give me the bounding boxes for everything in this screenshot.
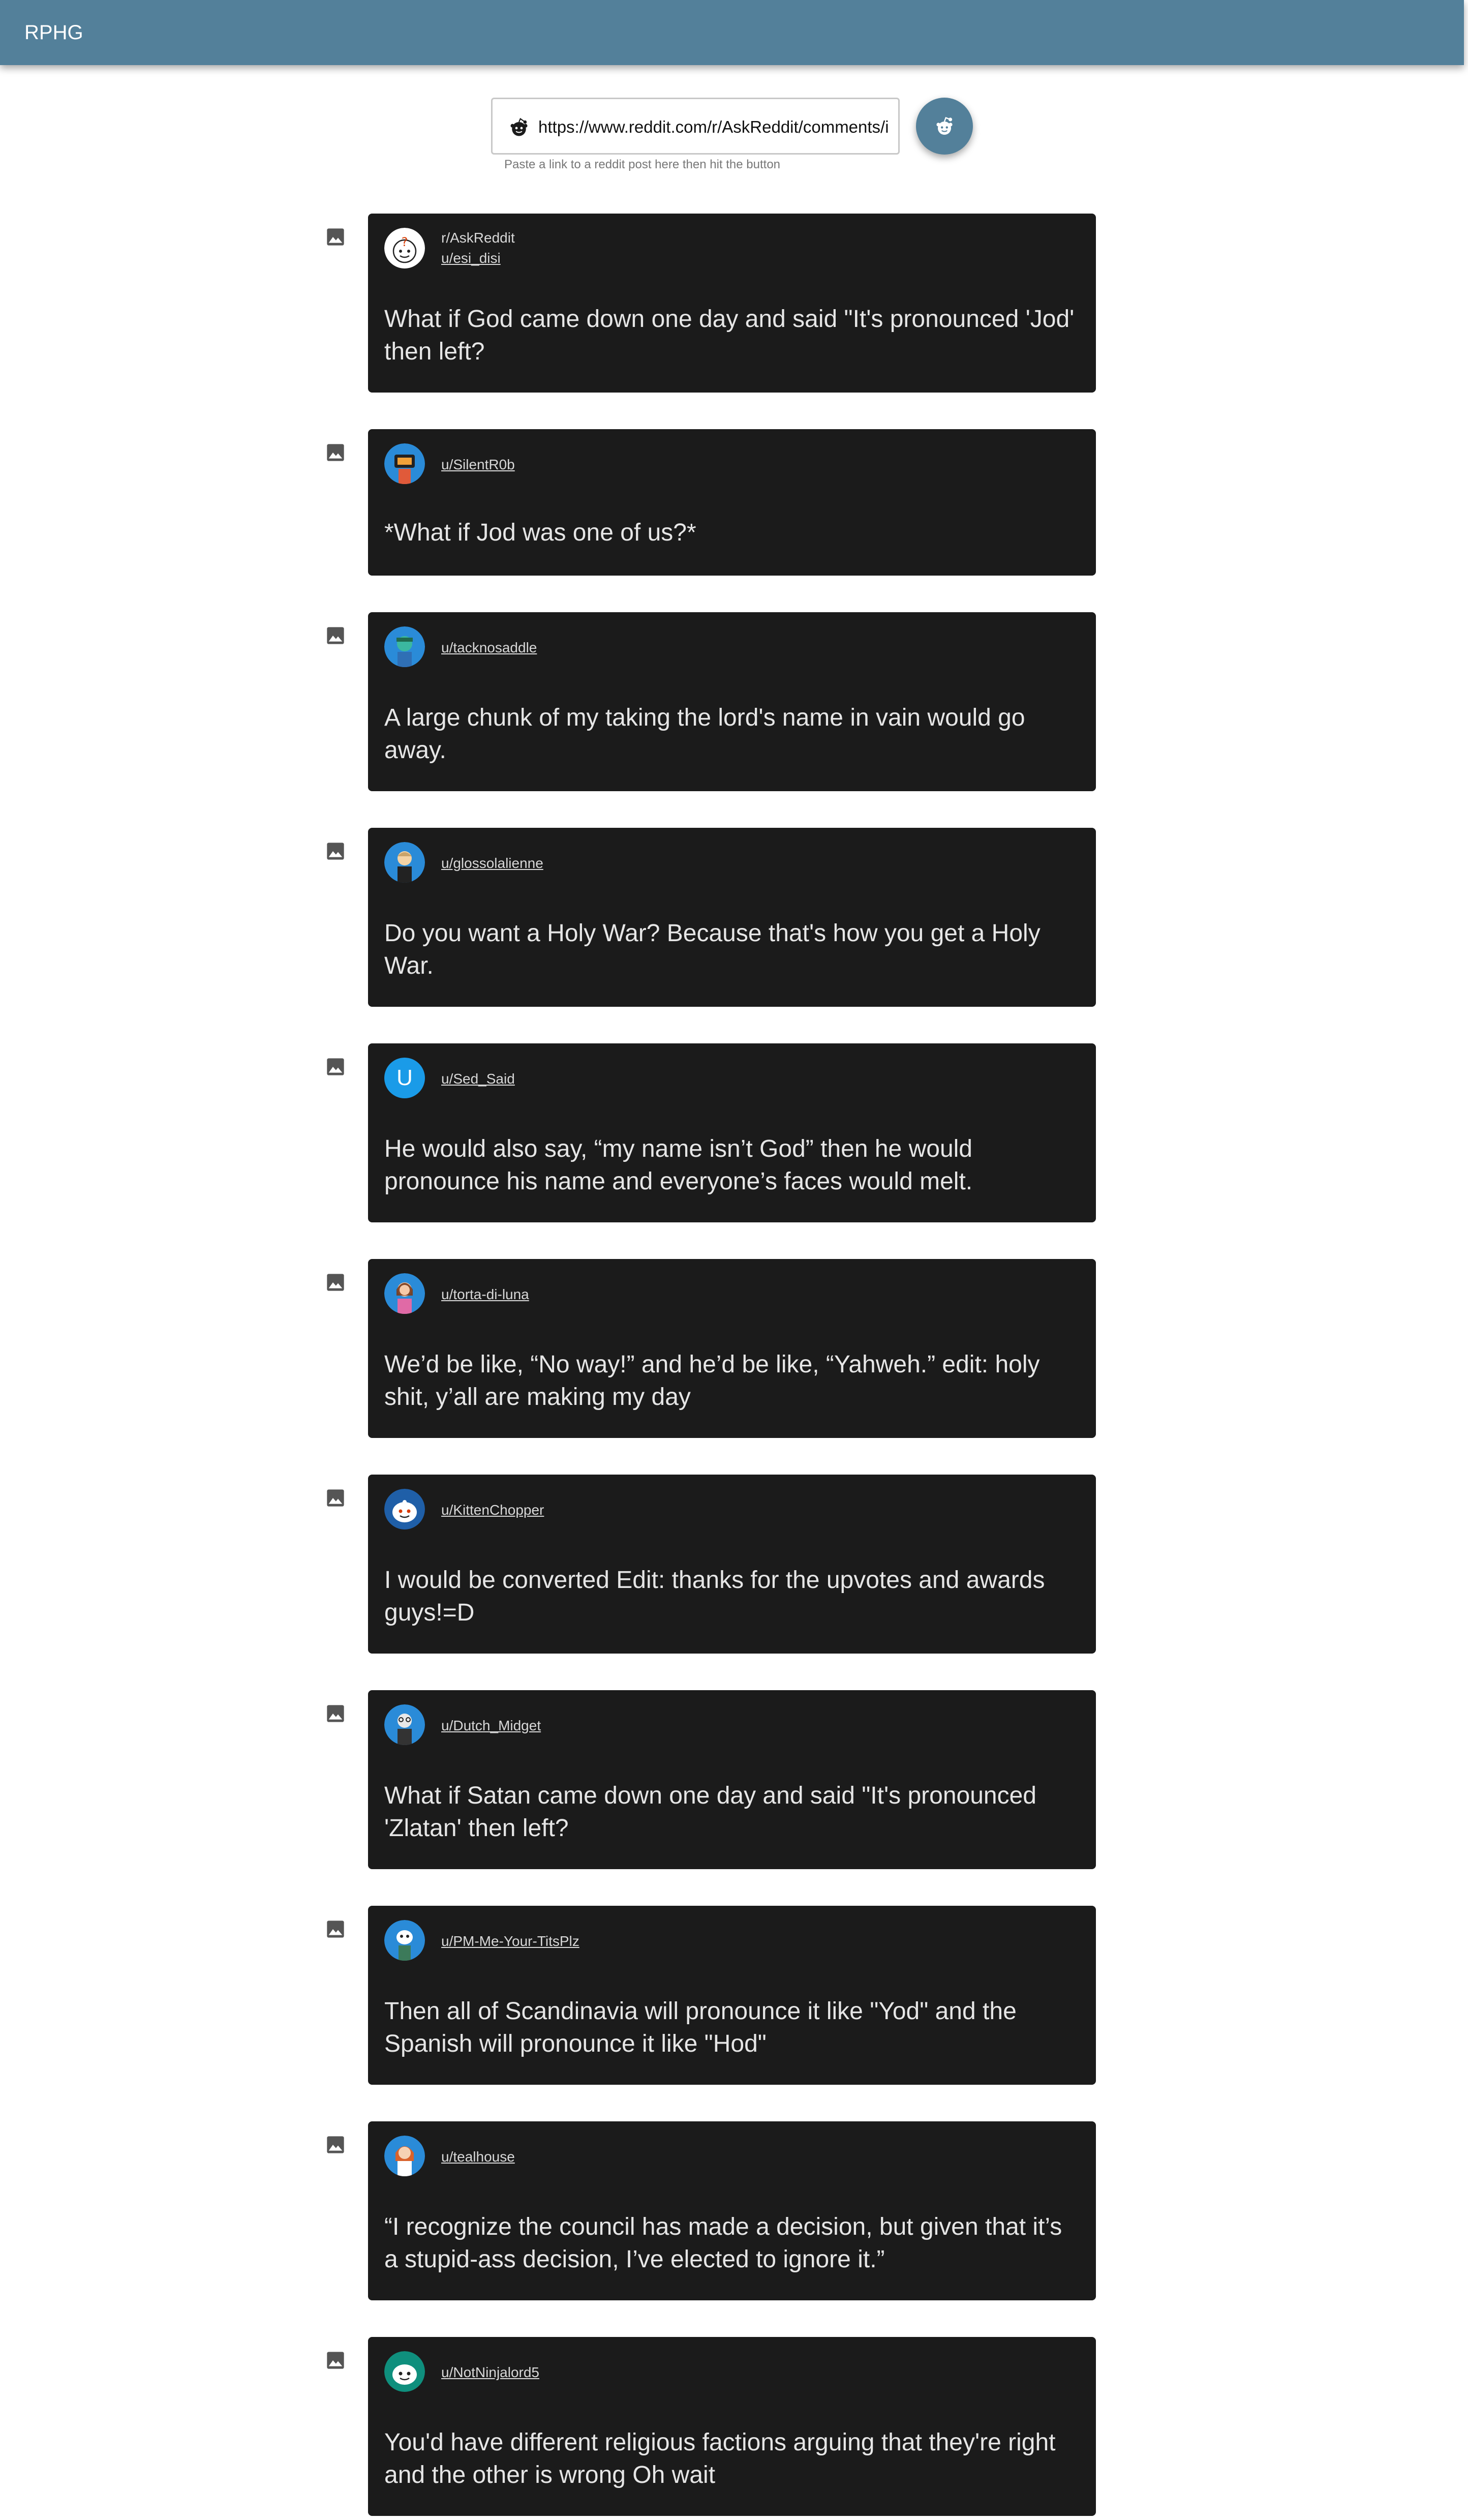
image-icon[interactable] xyxy=(325,1703,346,1724)
comment-author-link[interactable]: u/torta-di-luna xyxy=(441,1286,529,1303)
user-avatar xyxy=(384,1489,425,1529)
comment-author-link[interactable]: u/Dutch_Midget xyxy=(441,1718,541,1734)
user-avatar xyxy=(384,842,425,883)
user-avatar xyxy=(384,1920,425,1961)
comment-text: I would be converted Edit: thanks for th… xyxy=(384,1567,1045,1626)
post-title: What if God came down one day and said "… xyxy=(384,306,1075,365)
reddit-icon xyxy=(510,117,528,136)
reddit-alien-icon xyxy=(936,117,953,135)
comment-text: You'd have different religious factions … xyxy=(384,2429,1056,2488)
comment-card: u/Dutch_Midget What if Satan came down o… xyxy=(368,1690,1096,1869)
comment-card: U u/Sed_Said He would also say, “my name… xyxy=(368,1043,1096,1222)
comment-author-link[interactable]: u/glossolalienne xyxy=(441,855,543,872)
comment-card: u/torta-di-luna We’d be like, “No way!” … xyxy=(368,1259,1096,1438)
image-icon[interactable] xyxy=(325,625,346,646)
comment-author-link[interactable]: u/tacknosaddle xyxy=(441,640,537,656)
comment-author-link[interactable]: u/KittenChopper xyxy=(441,1502,544,1518)
comment-card: u/tacknosaddle A large chunk of my takin… xyxy=(368,612,1096,791)
image-icon[interactable] xyxy=(325,1272,346,1293)
user-avatar xyxy=(384,1273,425,1314)
app-bar: RPHG xyxy=(0,0,1464,65)
url-input[interactable] xyxy=(538,114,889,140)
image-icon[interactable] xyxy=(325,2350,346,2371)
comment-text: *What if Jod was one of us?* xyxy=(384,519,696,546)
comment-text: What if Satan came down one day and said… xyxy=(384,1782,1036,1842)
comment-text: A large chunk of my taking the lord's na… xyxy=(384,704,1025,764)
subreddit-name: r/AskReddit xyxy=(441,230,515,246)
comment-text: Do you want a Holy War? Because that's h… xyxy=(384,920,1041,979)
fetch-post-button[interactable] xyxy=(916,98,973,155)
comment-author-link[interactable]: u/SilentR0b xyxy=(441,457,515,473)
subreddit-avatar: ? xyxy=(384,228,425,268)
image-icon[interactable] xyxy=(325,841,346,861)
comment-author-link[interactable]: u/tealhouse xyxy=(441,2149,515,2165)
image-icon[interactable] xyxy=(325,1057,346,1077)
comment-text: He would also say, “my name isn’t God” t… xyxy=(384,1135,973,1195)
image-icon[interactable] xyxy=(325,1919,346,1939)
comment-card: u/KittenChopper I would be converted Edi… xyxy=(368,1475,1096,1654)
app-title: RPHG xyxy=(24,21,83,44)
comment-card: u/tealhouse “I recognize the council has… xyxy=(368,2121,1096,2300)
image-icon[interactable] xyxy=(325,227,346,247)
comment-card: u/NotNinjalord5 You'd have different rel… xyxy=(368,2337,1096,2516)
url-helper-text: Paste a link to a reddit post here then … xyxy=(504,158,781,171)
comment-author-link[interactable]: u/Sed_Said xyxy=(441,1071,515,1087)
comment-author-link[interactable]: u/NotNinjalord5 xyxy=(441,2364,539,2381)
user-avatar xyxy=(384,443,425,484)
image-icon[interactable] xyxy=(325,1488,346,1508)
url-input-field[interactable] xyxy=(491,98,900,155)
user-avatar xyxy=(384,626,425,667)
comment-text: Then all of Scandinavia will pronounce i… xyxy=(384,1998,1017,2057)
comment-text: We’d be like, “No way!” and he’d be like… xyxy=(384,1351,1040,1411)
post-card: ? r/AskReddit u/esi_disi What if God cam… xyxy=(368,214,1096,393)
comment-card: u/SilentR0b *What if Jod was one of us?* xyxy=(368,429,1096,576)
image-icon[interactable] xyxy=(325,442,346,463)
user-avatar xyxy=(384,1704,425,1745)
image-icon[interactable] xyxy=(325,2135,346,2155)
comment-card: u/glossolalienne Do you want a Holy War?… xyxy=(368,828,1096,1007)
svg-text:?: ? xyxy=(402,235,408,249)
comment-card: u/PM-Me-Your-TitsPlz Then all of Scandin… xyxy=(368,1906,1096,2085)
comment-author-link[interactable]: u/PM-Me-Your-TitsPlz xyxy=(441,1933,579,1949)
user-avatar: U xyxy=(384,1058,425,1098)
user-avatar xyxy=(384,2351,425,2392)
comment-text: “I recognize the council has made a deci… xyxy=(384,2213,1062,2273)
user-avatar xyxy=(384,2136,425,2176)
post-author-link[interactable]: u/esi_disi xyxy=(441,250,501,266)
